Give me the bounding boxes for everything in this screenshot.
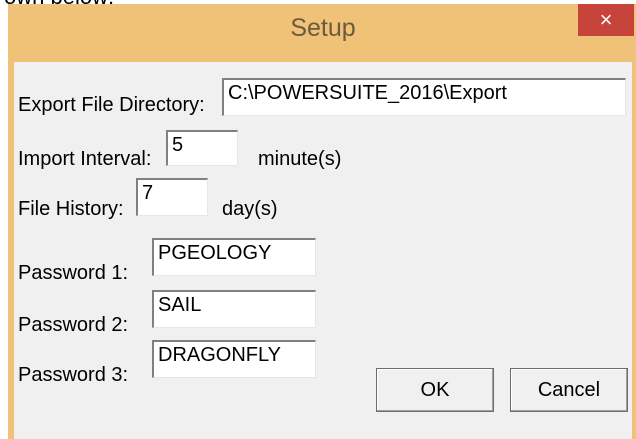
file-history-unit: day(s)	[222, 198, 278, 220]
close-button[interactable]: ×	[578, 4, 634, 36]
import-interval-field[interactable]: 5	[166, 130, 238, 166]
close-icon: ×	[599, 7, 613, 32]
file-history-label: File History:	[18, 198, 124, 220]
file-history-field[interactable]: 7	[136, 178, 208, 216]
password3-field[interactable]: DRAGONFLY	[152, 340, 316, 378]
password3-label: Password 3:	[18, 364, 129, 386]
password1-label: Password 1:	[18, 262, 129, 284]
ok-button[interactable]: OK	[376, 368, 494, 412]
window-title: Setup	[290, 14, 356, 42]
password2-field[interactable]: SAIL	[152, 290, 316, 328]
password2-label: Password 2:	[18, 314, 129, 336]
title-bar[interactable]: Setup ×	[8, 4, 636, 56]
dialog-body: Export File Directory: C:\POWERSUITE_201…	[14, 62, 632, 439]
import-interval-label: Import Interval:	[18, 148, 152, 170]
setup-dialog: Setup × Export File Directory: C:\POWERS…	[8, 4, 636, 439]
export-dir-label: Export File Directory:	[18, 94, 205, 116]
password1-field[interactable]: PGEOLOGY	[152, 238, 316, 276]
cancel-button[interactable]: Cancel	[510, 368, 628, 412]
export-dir-field[interactable]: C:\POWERSUITE_2016\Export	[222, 78, 626, 116]
page: own below: Setup × Export File Directory…	[0, 0, 636, 439]
import-interval-unit: minute(s)	[258, 148, 342, 170]
